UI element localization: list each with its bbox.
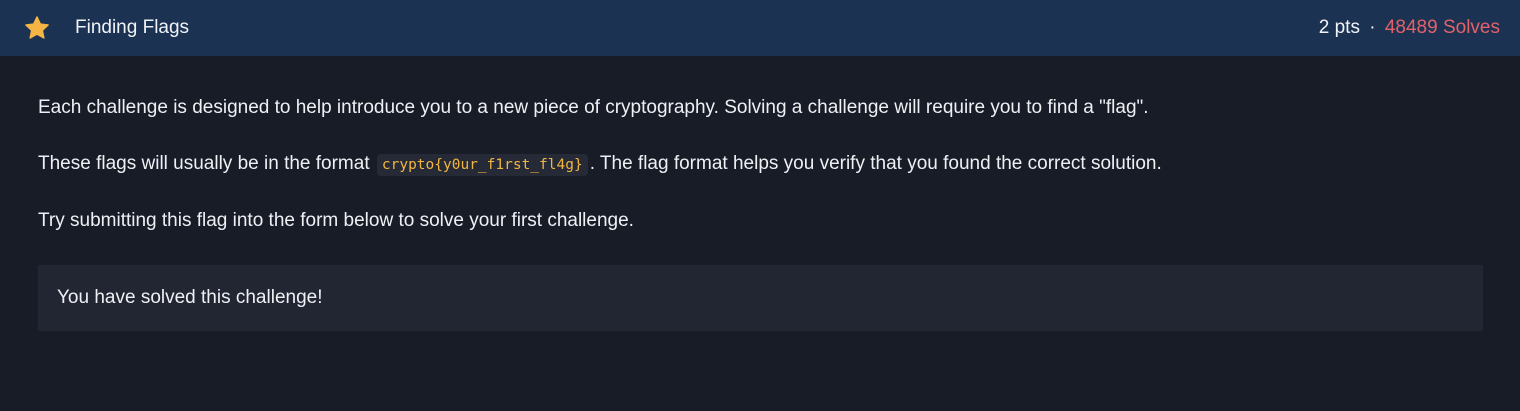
challenge-header[interactable]: Finding Flags 2 pts · 48489 Solves	[0, 0, 1520, 56]
challenge-description: Each challenge is designed to help intro…	[0, 56, 1520, 331]
challenge-meta: 2 pts · 48489 Solves	[1319, 17, 1500, 39]
description-paragraph-3: Try submitting this flag into the form b…	[38, 210, 634, 231]
challenge-title: Finding Flags	[75, 17, 190, 38]
star-icon[interactable]	[23, 14, 51, 42]
description-paragraph-1: Each challenge is designed to help intro…	[38, 97, 1149, 118]
solves-count: 48489 Solves	[1384, 17, 1500, 38]
description-text: These flags will usually be in the forma…	[38, 153, 370, 174]
solved-message: You have solved this challenge!	[57, 287, 323, 308]
meta-separator: ·	[1369, 17, 1376, 38]
solved-status-panel: You have solved this challenge!	[38, 265, 1483, 331]
flag-format-code: crypto{y0ur_f1rst_fl4g}	[376, 154, 588, 176]
description-text: . The flag format helps you verify that …	[589, 153, 1162, 174]
points-label: 2 pts	[1318, 17, 1360, 38]
description-paragraph-2: These flags will usually be in the forma…	[38, 152, 1482, 177]
